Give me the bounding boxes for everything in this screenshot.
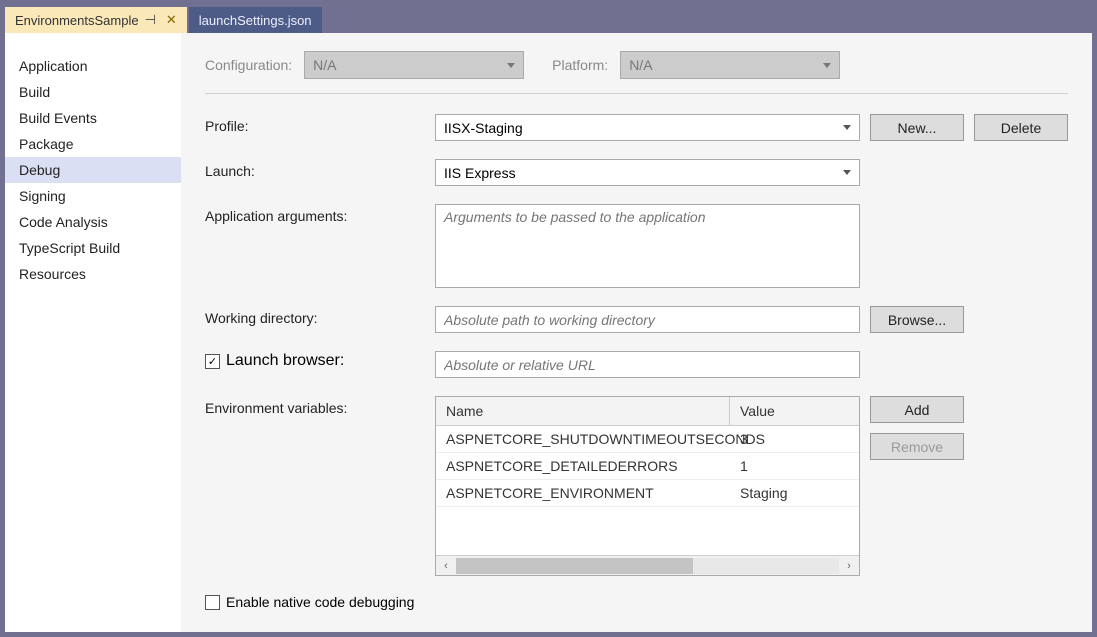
sidebar-item-build[interactable]: Build xyxy=(5,79,181,105)
sidebar-item-resources[interactable]: Resources xyxy=(5,261,181,287)
tab-bar: EnvironmentsSample ⊣ ✕ launchSettings.js… xyxy=(5,5,1092,33)
configuration-label: Configuration: xyxy=(205,57,292,73)
tab-label: launchSettings.json xyxy=(199,13,312,28)
table-row[interactable]: ASPNETCORE_SHUTDOWNTIMEOUTSECONDS 3 xyxy=(436,426,859,453)
sidebar-item-package[interactable]: Package xyxy=(5,131,181,157)
env-header-value[interactable]: Value xyxy=(730,397,859,425)
pin-icon[interactable]: ⊣ xyxy=(145,12,156,28)
profile-select[interactable]: IISX-Staging xyxy=(435,114,860,141)
horizontal-scrollbar[interactable]: ‹ › xyxy=(436,555,859,575)
table-row[interactable]: ASPNETCORE_ENVIRONMENT Staging xyxy=(436,480,859,507)
browse-button[interactable]: Browse... xyxy=(870,306,964,333)
platform-label: Platform: xyxy=(552,57,608,73)
args-label: Application arguments: xyxy=(205,204,435,224)
launch-browser-label: Launch browser: xyxy=(226,352,344,370)
sidebar-item-typescript-build[interactable]: TypeScript Build xyxy=(5,235,181,261)
close-icon[interactable]: ✕ xyxy=(166,12,177,28)
tab-launch-settings[interactable]: launchSettings.json xyxy=(189,7,322,33)
scroll-right-icon[interactable]: › xyxy=(839,560,859,572)
sidebar-item-build-events[interactable]: Build Events xyxy=(5,105,181,131)
workdir-input[interactable] xyxy=(435,306,860,333)
delete-button[interactable]: Delete xyxy=(974,114,1068,141)
sidebar-item-application[interactable]: Application xyxy=(5,53,181,79)
sidebar-item-debug[interactable]: Debug xyxy=(5,157,181,183)
scroll-left-icon[interactable]: ‹ xyxy=(436,560,456,572)
native-debug-label: Enable native code debugging xyxy=(226,594,414,610)
env-vars-label: Environment variables: xyxy=(205,396,435,416)
main-panel: Configuration: N/A Platform: N/A Profile… xyxy=(181,33,1092,632)
profile-label: Profile: xyxy=(205,114,435,134)
args-input[interactable] xyxy=(435,204,860,288)
launch-select[interactable]: IIS Express xyxy=(435,159,860,186)
new-button[interactable]: New... xyxy=(870,114,964,141)
workdir-label: Working directory: xyxy=(205,306,435,326)
native-debug-checkbox[interactable] xyxy=(205,595,220,610)
tab-environments-sample[interactable]: EnvironmentsSample ⊣ ✕ xyxy=(5,7,187,33)
sidebar-item-code-analysis[interactable]: Code Analysis xyxy=(5,209,181,235)
add-button[interactable]: Add xyxy=(870,396,964,423)
remove-button: Remove xyxy=(870,433,964,460)
launch-label: Launch: xyxy=(205,159,435,179)
env-vars-table: Name Value ASPNETCORE_SHUTDOWNTIMEOUTSEC… xyxy=(435,396,860,576)
sidebar: Application Build Build Events Package D… xyxy=(5,33,181,632)
configuration-select: N/A xyxy=(304,51,524,79)
launch-browser-input[interactable] xyxy=(435,351,860,378)
platform-select: N/A xyxy=(620,51,840,79)
launch-browser-checkbox[interactable]: ✓ xyxy=(205,354,220,369)
env-header-name[interactable]: Name xyxy=(436,397,730,425)
table-row[interactable]: ASPNETCORE_DETAILEDERRORS 1 xyxy=(436,453,859,480)
sidebar-item-signing[interactable]: Signing xyxy=(5,183,181,209)
tab-label: EnvironmentsSample xyxy=(15,13,139,28)
